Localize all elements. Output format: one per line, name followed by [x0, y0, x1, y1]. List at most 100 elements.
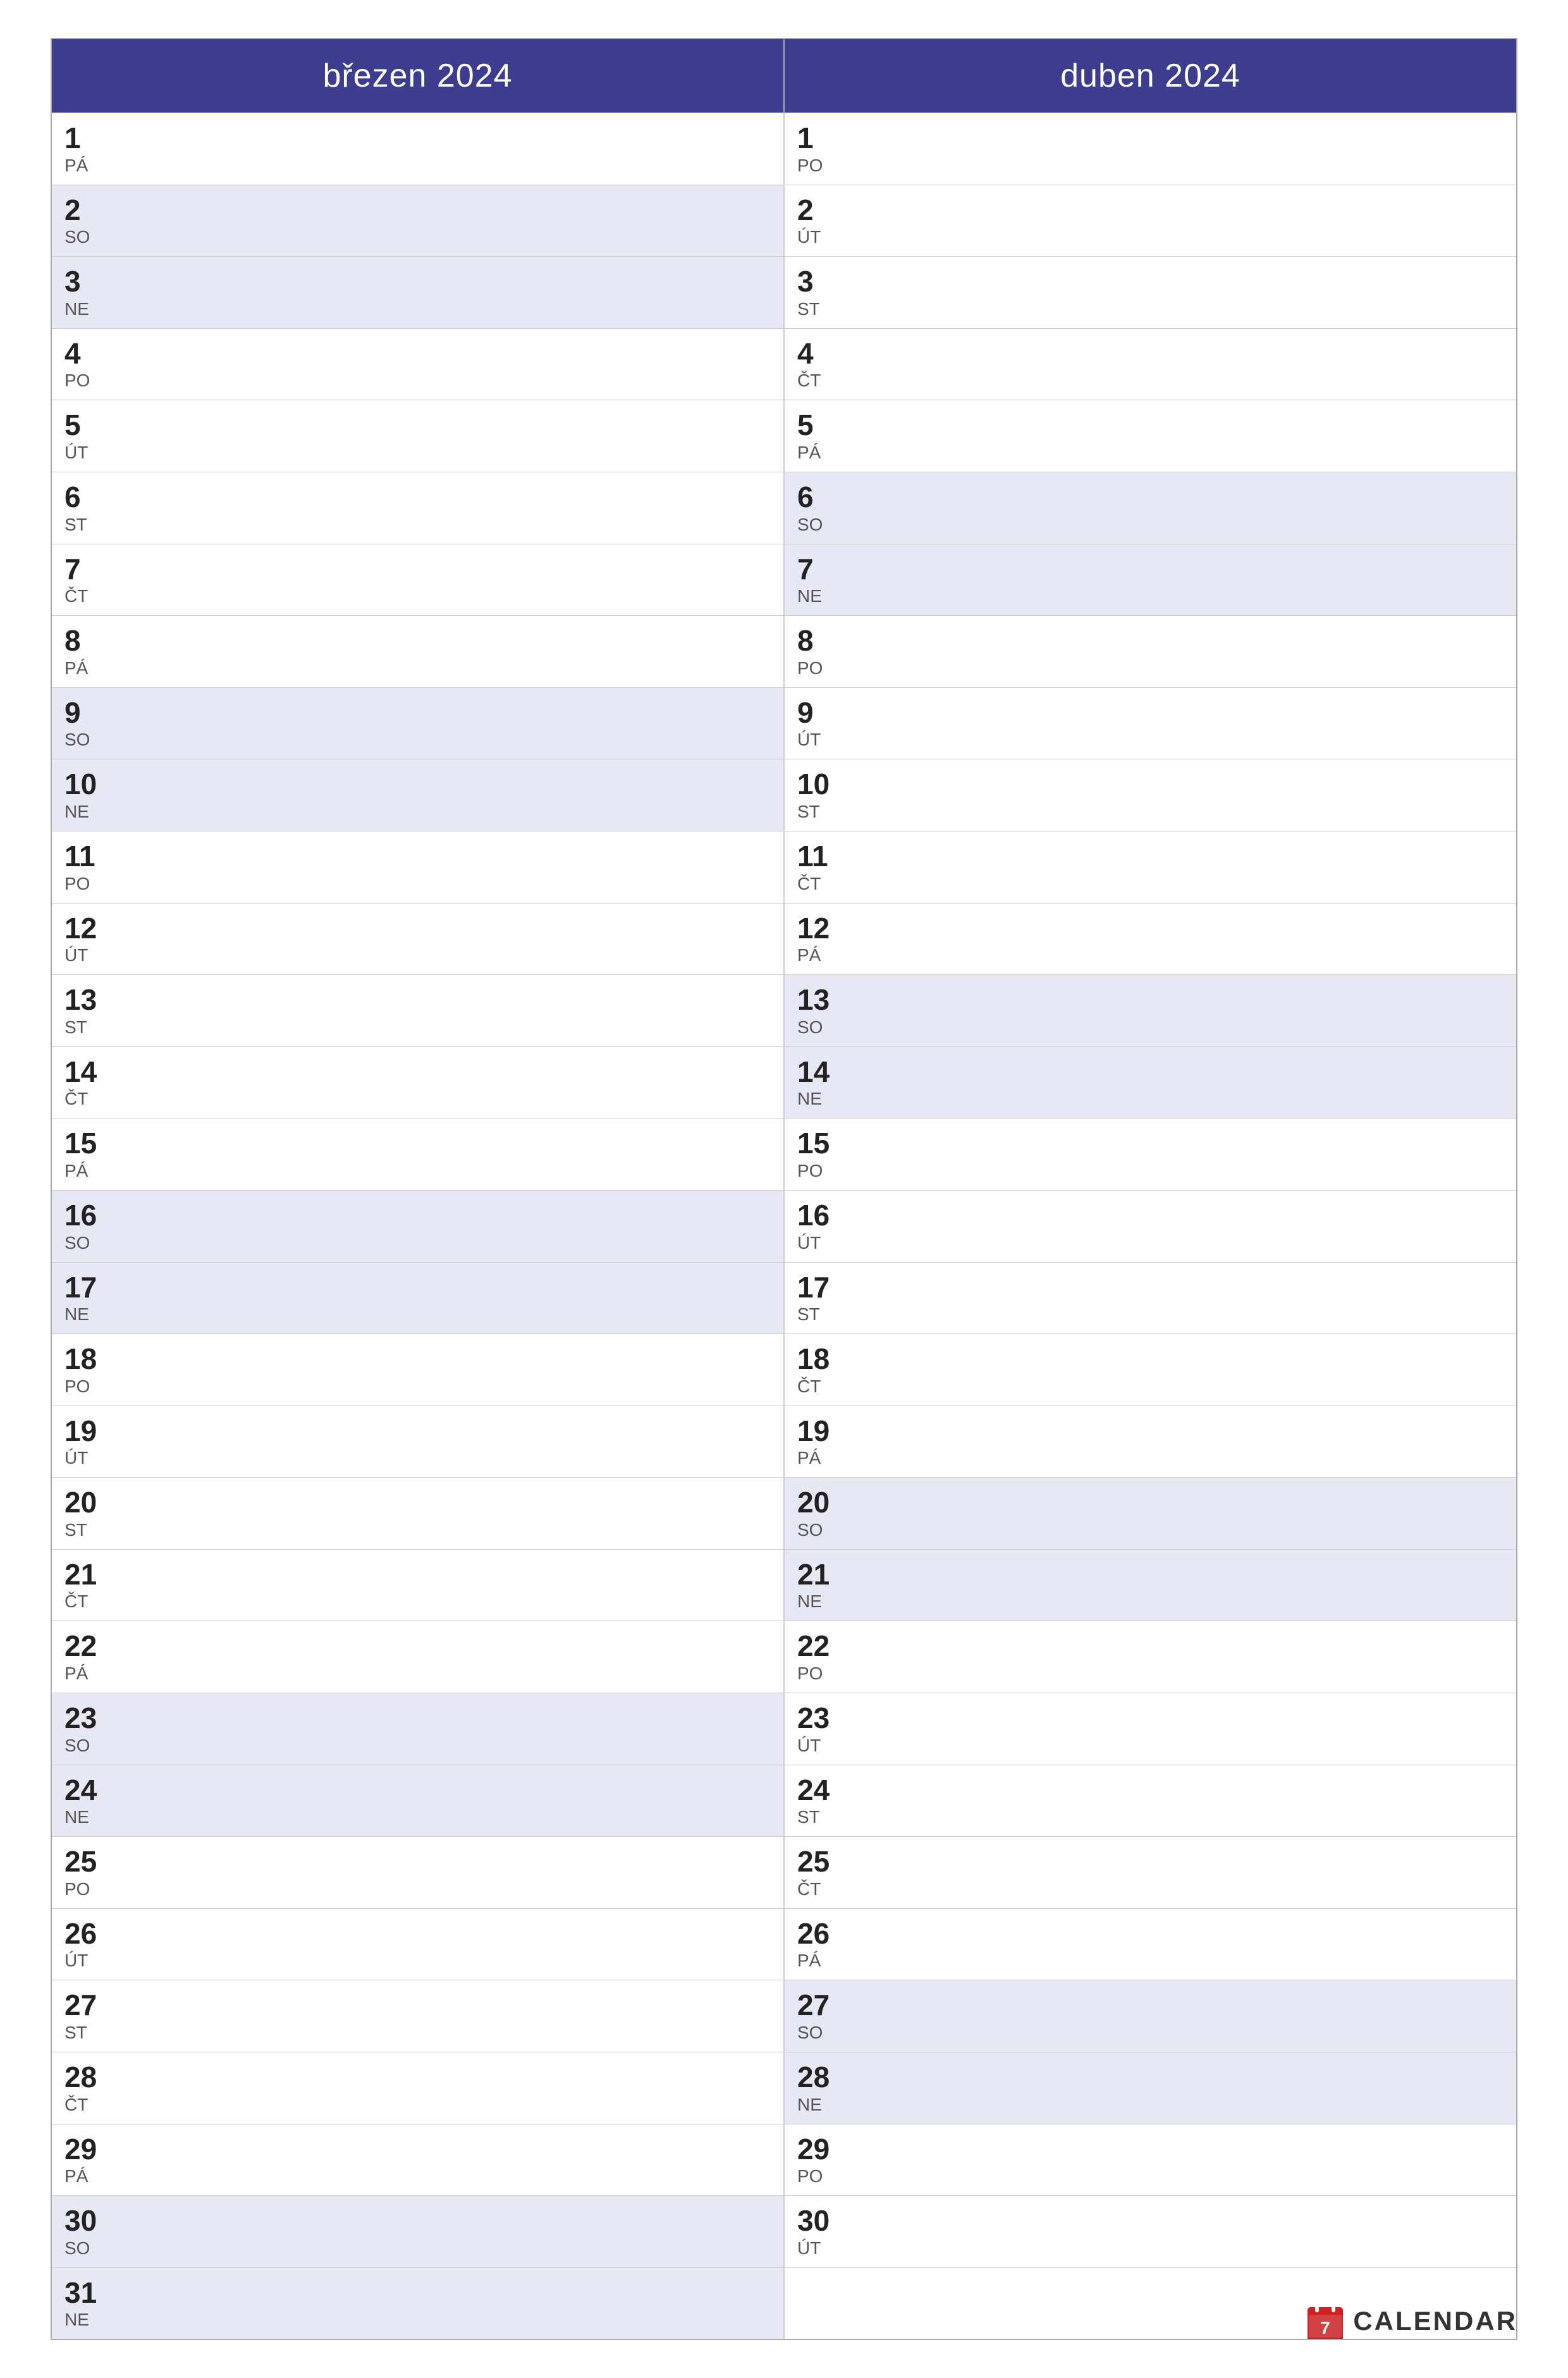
- calendar-row: 2SO2ÚT: [52, 185, 1516, 257]
- calendar-row: 30SO30ÚT: [52, 2195, 1516, 2267]
- day-name: PÁ: [797, 945, 1504, 965]
- day-number: 7: [64, 553, 771, 585]
- calendar-row: 20ST 20SO: [52, 1477, 1516, 1549]
- day-number: 30: [64, 2205, 771, 2237]
- day-number: 9: [797, 697, 1504, 729]
- day-number: 12: [797, 912, 1504, 945]
- day-name: PO: [64, 1879, 771, 1899]
- day-name: PO: [64, 371, 771, 391]
- day-name: ČT: [797, 874, 1504, 894]
- calendar-row: 18PO18ČT: [52, 1333, 1516, 1406]
- march-header: březen 2024: [52, 39, 785, 113]
- day-number: 19: [797, 1415, 1504, 1447]
- day-number: 8: [64, 625, 771, 657]
- day-cell: 5PÁ: [785, 400, 1516, 472]
- day-name: ST: [797, 1304, 1504, 1325]
- day-number: 18: [797, 1343, 1504, 1375]
- day-name: SO: [797, 1520, 1504, 1540]
- day-name: ST: [797, 1807, 1504, 1827]
- day-cell: 15PO: [785, 1119, 1516, 1190]
- calendar-row: 14ČT14NE: [52, 1046, 1516, 1119]
- day-name: SO: [64, 1736, 771, 1756]
- day-name: PÁ: [797, 1448, 1504, 1468]
- day-number: 14: [64, 1056, 771, 1088]
- day-cell: 1PÁ: [52, 113, 785, 185]
- day-name: NE: [797, 586, 1504, 606]
- day-cell: 22PÁ: [52, 1621, 785, 1693]
- day-number: 21: [797, 1559, 1504, 1591]
- day-cell: 4ČT: [785, 329, 1516, 400]
- day-number: 24: [64, 1774, 771, 1806]
- day-name: ÚT: [797, 2238, 1504, 2258]
- day-number: 13: [64, 984, 771, 1016]
- calendar-row: 29PÁ29PO: [52, 2124, 1516, 2196]
- calendar-row: 7ČT7NE: [52, 544, 1516, 616]
- day-number: 26: [797, 1918, 1504, 1950]
- day-number: 27: [64, 1989, 771, 2021]
- day-cell: 21NE: [785, 1550, 1516, 1621]
- day-cell: 17ST: [785, 1263, 1516, 1334]
- day-cell: 2ÚT: [785, 185, 1516, 257]
- calendar-row: 3NE3ST: [52, 256, 1516, 328]
- day-name: ST: [64, 515, 771, 535]
- calendar-row: 13ST13SO: [52, 974, 1516, 1046]
- calendar-row: 6ST 6SO: [52, 472, 1516, 544]
- day-cell: 16SO: [52, 1191, 785, 1262]
- day-name: PÁ: [64, 156, 771, 176]
- svg-text:7: 7: [1321, 2318, 1331, 2338]
- calendar-row: 17NE17ST: [52, 1262, 1516, 1334]
- day-cell: 8PÁ: [52, 616, 785, 687]
- day-cell: 26ÚT: [52, 1909, 785, 1980]
- day-name: PO: [64, 1376, 771, 1397]
- day-cell: 29PÁ: [52, 2124, 785, 2196]
- day-name: SO: [797, 2023, 1504, 2043]
- day-name: PO: [797, 2166, 1504, 2186]
- day-cell: 27ST: [52, 1980, 785, 2052]
- day-number: 10: [64, 768, 771, 800]
- day-number: 1: [64, 122, 771, 154]
- day-number: 17: [797, 1272, 1504, 1304]
- calendar-row: 5ÚT5PÁ: [52, 400, 1516, 472]
- calendar-row: 10NE10ST: [52, 759, 1516, 831]
- day-number: 16: [64, 1199, 771, 1232]
- calendar-row: 26ÚT26PÁ: [52, 1908, 1516, 1980]
- day-cell: 3ST: [785, 257, 1516, 328]
- day-name: PO: [797, 1664, 1504, 1684]
- day-name: PÁ: [64, 1664, 771, 1684]
- day-cell: 18PO: [52, 1334, 785, 1406]
- day-number: 20: [797, 1486, 1504, 1519]
- day-name: SO: [797, 1017, 1504, 1038]
- calendar-row: 12ÚT12PÁ: [52, 903, 1516, 975]
- day-cell: 30ÚT: [785, 2196, 1516, 2267]
- day-cell: 10ST: [785, 759, 1516, 831]
- calendar-row: 19ÚT19PÁ: [52, 1406, 1516, 1478]
- day-name: ÚT: [797, 1736, 1504, 1756]
- day-number: 22: [797, 1630, 1504, 1662]
- day-cell: 2SO: [52, 185, 785, 257]
- day-name: PÁ: [64, 1161, 771, 1181]
- day-number: 28: [797, 2061, 1504, 2093]
- day-cell: 6SO: [785, 472, 1516, 544]
- day-number: 6: [64, 481, 771, 513]
- day-number: 10: [797, 768, 1504, 800]
- day-number: 23: [64, 1702, 771, 1734]
- day-name: PÁ: [64, 658, 771, 678]
- day-number: 22: [64, 1630, 771, 1662]
- april-header: duben 2024: [785, 39, 1516, 113]
- day-cell: 1PO: [785, 113, 1516, 185]
- day-cell: 17NE: [52, 1263, 785, 1334]
- day-cell: 15PÁ: [52, 1119, 785, 1190]
- day-number: 4: [64, 338, 771, 370]
- day-cell: 21ČT: [52, 1550, 785, 1621]
- day-number: 3: [64, 266, 771, 298]
- day-number: 3: [797, 266, 1504, 298]
- calendar-row: 31NE: [52, 2267, 1516, 2339]
- day-number: 25: [797, 1846, 1504, 1878]
- calendar-brand-label: CALENDAR: [1353, 2306, 1517, 2336]
- day-cell: 20ST: [52, 1478, 785, 1549]
- day-name: SO: [797, 515, 1504, 535]
- day-cell: 19PÁ: [785, 1406, 1516, 1478]
- day-cell: 11ČT: [785, 831, 1516, 903]
- day-name: ČT: [797, 1879, 1504, 1899]
- day-number: 18: [64, 1343, 771, 1375]
